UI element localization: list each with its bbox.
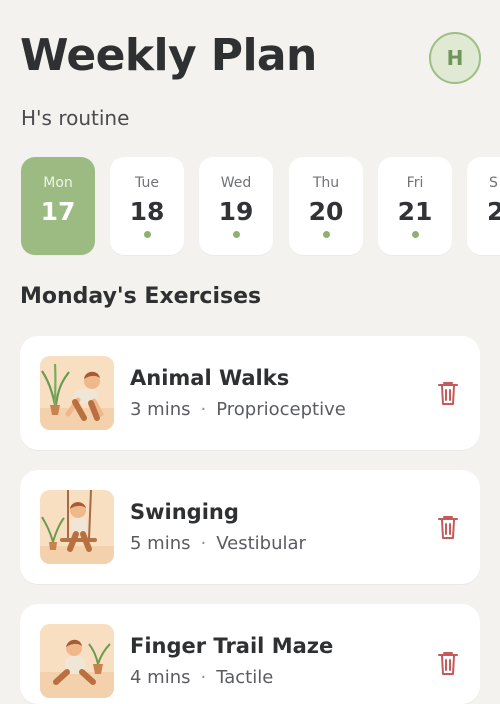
exercise-type: Tactile (216, 667, 274, 688)
exercise-type: Proprioceptive (216, 399, 346, 420)
day-card-wed[interactable]: Wed 19 (199, 157, 273, 255)
day-name: Mon (43, 175, 73, 191)
meta-separator: · (200, 667, 207, 688)
day-number: 17 (40, 197, 76, 226)
avatar-initial: H (446, 46, 464, 70)
exercise-thumbnail (40, 624, 114, 698)
day-name: S (489, 175, 498, 191)
exercise-meta: 3 mins · Proprioceptive (130, 399, 346, 420)
exercise-meta: 4 mins · Tactile (130, 667, 273, 688)
exercise-meta: 5 mins · Vestibular (130, 533, 306, 554)
section-title: Monday's Exercises (20, 284, 262, 309)
routine-subtitle: H's routine (21, 106, 130, 130)
day-name: Tue (135, 175, 159, 191)
exercise-card[interactable]: Finger Trail Maze 4 mins · Tactile (20, 604, 480, 704)
profile-avatar[interactable]: H (429, 32, 481, 84)
crawling-child-plant-illustration (40, 356, 114, 430)
day-name: Fri (406, 175, 424, 191)
day-card-tue[interactable]: Tue 18 (110, 157, 184, 255)
exercise-card[interactable]: Animal Walks 3 mins · Proprioceptive (20, 336, 480, 450)
day-number: 18 (129, 197, 165, 226)
scheduled-dot (144, 231, 151, 238)
day-name: Wed (220, 175, 252, 191)
day-card-thu[interactable]: Thu 20 (289, 157, 363, 255)
scheduled-dot (233, 231, 240, 238)
meta-separator: · (200, 399, 207, 420)
exercise-duration: 4 mins (130, 667, 191, 688)
exercise-card[interactable]: Swinging 5 mins · Vestibular (20, 470, 480, 584)
day-number: 20 (308, 197, 344, 226)
exercise-duration: 3 mins (130, 399, 191, 420)
day-selector: Mon 17 Tue 18 Wed 19 Thu 20 Fri 21 S 2 (0, 157, 500, 257)
meta-separator: · (200, 533, 207, 554)
exercise-name: Swinging (130, 500, 239, 524)
child-sitting-plant-illustration (40, 624, 114, 698)
exercise-thumbnail (40, 356, 114, 430)
day-card-fri[interactable]: Fri 21 (378, 157, 452, 255)
exercise-name: Finger Trail Maze (130, 634, 334, 658)
exercise-duration: 5 mins (130, 533, 191, 554)
trash-icon[interactable] (436, 513, 460, 541)
day-number: 21 (397, 197, 433, 226)
exercise-type: Vestibular (216, 533, 306, 554)
scheduled-dot (323, 231, 330, 238)
day-card-mon[interactable]: Mon 17 (21, 157, 95, 255)
day-number: 19 (218, 197, 254, 226)
day-card-sat-partial[interactable]: S 2 (467, 157, 500, 255)
exercise-thumbnail (40, 490, 114, 564)
scheduled-dot (412, 231, 419, 238)
exercise-name: Animal Walks (130, 366, 290, 390)
day-name: Thu (312, 175, 340, 191)
page-title: Weekly Plan (20, 30, 317, 81)
day-number: 2 (487, 197, 500, 226)
child-swing-plant-illustration (40, 490, 114, 564)
trash-icon[interactable] (436, 649, 460, 677)
trash-icon[interactable] (436, 379, 460, 407)
